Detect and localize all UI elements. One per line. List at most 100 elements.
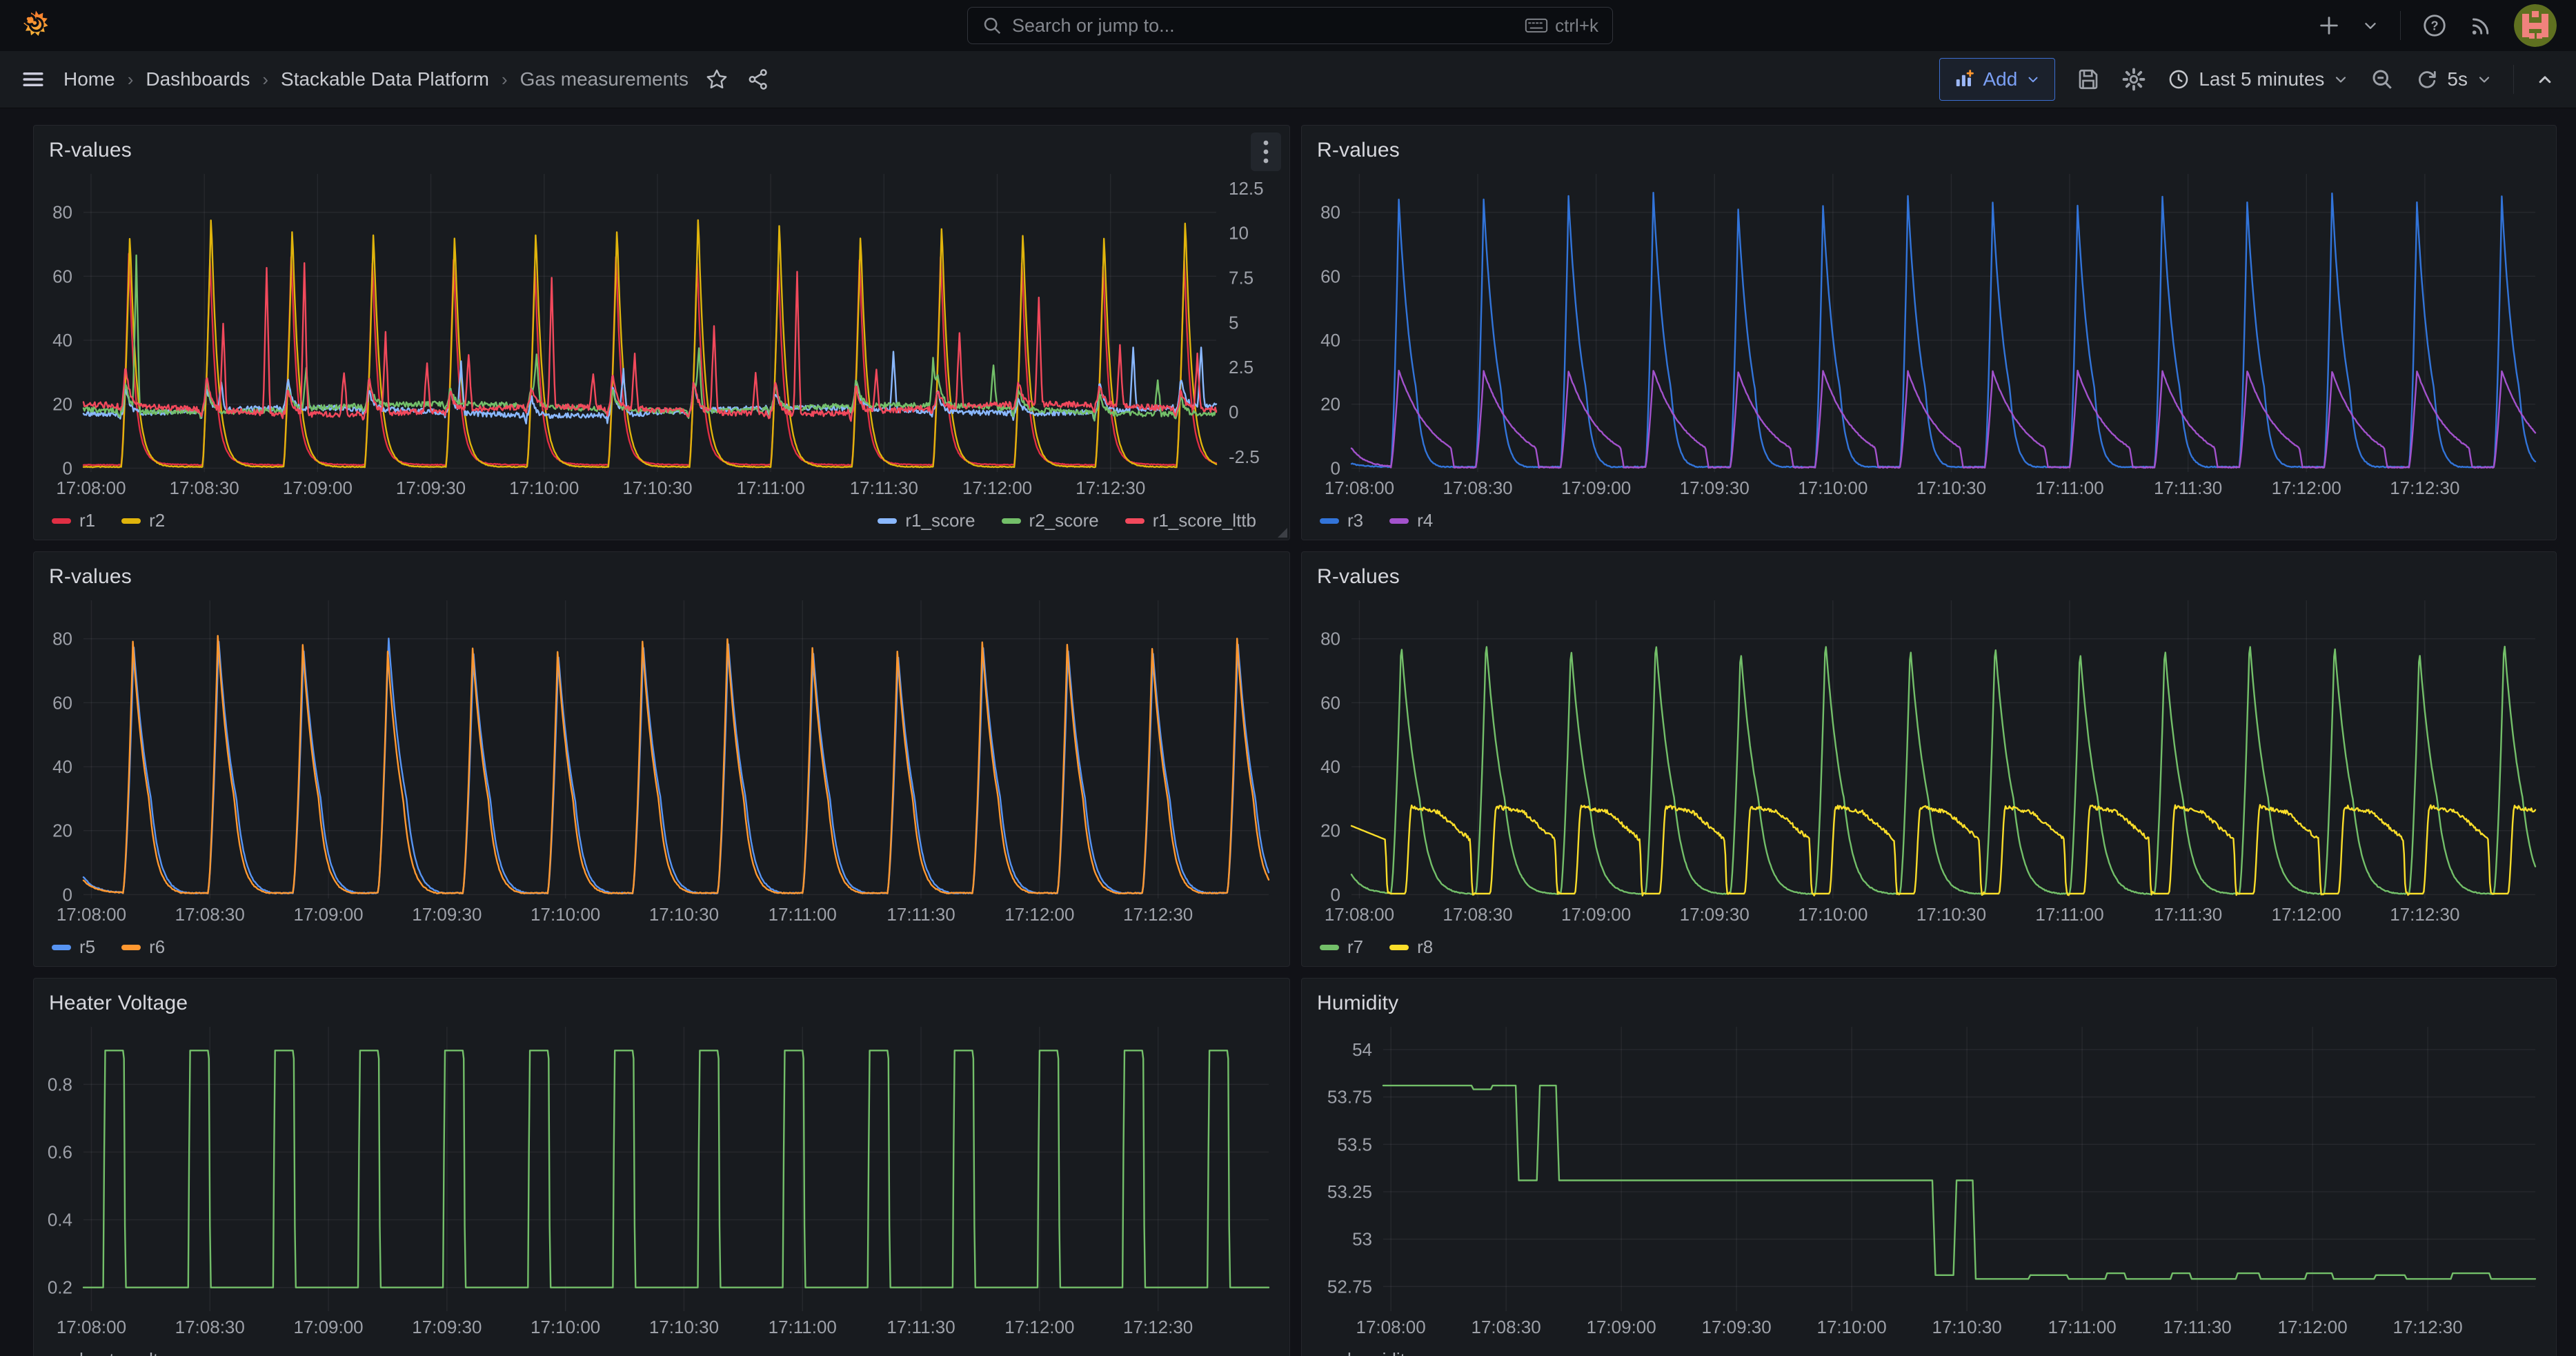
share-button[interactable] bbox=[746, 68, 770, 91]
panel-r-values-2: R-values 17:08:0017:08:3017:09:0017:09:3… bbox=[1301, 125, 2557, 540]
chart-area[interactable]: 17:08:0017:08:3017:09:0017:09:3017:10:00… bbox=[39, 1017, 1284, 1345]
x-axis-tick-label: 17:09:30 bbox=[396, 478, 466, 498]
breadcrumb-item-home[interactable]: Home bbox=[63, 68, 115, 90]
panel-title: R-values bbox=[49, 565, 132, 589]
user-avatar[interactable] bbox=[2514, 4, 2557, 47]
panel-r-values-4: R-values 17:08:0017:08:3017:09:0017:09:3… bbox=[1301, 551, 2557, 967]
collapse-toolbar-button[interactable] bbox=[2535, 69, 2555, 90]
y2-axis-tick-label: 10 bbox=[1229, 223, 1249, 244]
grafana-logo-icon bbox=[19, 9, 52, 42]
legend-group: r3 r4 bbox=[1320, 510, 1433, 531]
search-bar[interactable]: Search or jump to... ctrl+k bbox=[967, 7, 1613, 44]
y-axis-tick-label: 0 bbox=[63, 458, 72, 478]
y-axis-tick-label: 60 bbox=[1320, 266, 1340, 286]
x-axis-tick-label: 17:11:30 bbox=[850, 478, 918, 498]
add-panel-button[interactable]: Add bbox=[1939, 58, 2055, 101]
topbar-divider bbox=[2400, 11, 2401, 40]
breadcrumb-item-dashboards[interactable]: Dashboards bbox=[146, 68, 250, 90]
dashboard-settings-button[interactable] bbox=[2121, 67, 2146, 92]
panel-header[interactable]: R-values bbox=[34, 126, 1289, 164]
panel-menu-button[interactable] bbox=[1251, 132, 1281, 171]
gridlines bbox=[1383, 1027, 2535, 1311]
legend-item-heatervoltage[interactable]: heatervoltage bbox=[52, 1349, 188, 1356]
legend-item-r4[interactable]: r4 bbox=[1389, 510, 1433, 531]
legend-label: r2_score bbox=[1029, 510, 1099, 531]
breadcrumb-item-stackable-data-platform[interactable]: Stackable Data Platform bbox=[281, 68, 489, 90]
add-panel-icon bbox=[1954, 69, 1974, 90]
y-axis-tick-label: 80 bbox=[52, 629, 72, 649]
x-axis-tick-label: 17:10:30 bbox=[622, 478, 692, 498]
save-dashboard-button[interactable] bbox=[2076, 67, 2101, 92]
y-axis-tick-label: 40 bbox=[52, 330, 72, 351]
series-r1 bbox=[83, 254, 1216, 466]
chart-area[interactable]: 17:08:0017:08:3017:09:0017:09:3017:10:00… bbox=[39, 164, 1284, 506]
chevron-down-icon bbox=[2476, 71, 2493, 88]
news-button[interactable] bbox=[2468, 13, 2493, 38]
favorite-star-button[interactable] bbox=[705, 68, 729, 91]
series-humidity bbox=[1383, 1085, 2535, 1279]
panel-legend: humidity bbox=[1302, 1345, 2556, 1356]
legend-color-chip bbox=[52, 518, 71, 524]
legend-group: r1 r2 bbox=[52, 510, 165, 531]
mega-menu-toggle[interactable] bbox=[21, 67, 46, 92]
x-axis-tick-label: 17:11:00 bbox=[2035, 904, 2103, 925]
legend-label: r6 bbox=[149, 936, 165, 958]
x-axis-tick-label: 17:12:00 bbox=[962, 478, 1032, 498]
panel-resize-handle[interactable] bbox=[1278, 528, 1287, 538]
series-r4 bbox=[1351, 371, 2535, 468]
x-axis-tick-label: 17:11:30 bbox=[886, 904, 955, 925]
x-axis-tick-label: 17:08:30 bbox=[1443, 904, 1512, 925]
legend-item-r1_score[interactable]: r1_score bbox=[878, 510, 975, 531]
panel-header[interactable]: R-values bbox=[1302, 552, 2556, 591]
chart-area[interactable]: 17:08:0017:08:3017:09:0017:09:3017:10:00… bbox=[1307, 1017, 2550, 1345]
panel-header[interactable]: Heater Voltage bbox=[34, 979, 1289, 1017]
legend-color-chip bbox=[1125, 518, 1145, 524]
help-icon: ? bbox=[2421, 12, 2448, 39]
legend-item-r2[interactable]: r2 bbox=[121, 510, 165, 531]
new-button[interactable] bbox=[2317, 14, 2341, 37]
x-axis-tick-label: 17:10:00 bbox=[509, 478, 579, 498]
series-r2_score bbox=[83, 255, 1216, 421]
x-axis-tick-label: 17:09:00 bbox=[283, 478, 353, 498]
breadcrumb: Home›Dashboards›Stackable Data Platform›… bbox=[63, 68, 688, 90]
legend-item-r1_score_lttb[interactable]: r1_score_lttb bbox=[1125, 510, 1256, 531]
panel-legend: r1 r2 r1_score r2_score r1_score_lttb bbox=[34, 506, 1289, 531]
chart-area[interactable]: 17:08:0017:08:3017:09:0017:09:3017:10:00… bbox=[1307, 164, 2550, 506]
new-menu-chevron[interactable] bbox=[2361, 17, 2379, 35]
search-icon bbox=[982, 15, 1002, 36]
time-range-picker[interactable]: Last 5 minutes bbox=[2167, 68, 2349, 91]
refresh-picker[interactable]: 5s bbox=[2415, 68, 2493, 91]
legend-item-r7[interactable]: r7 bbox=[1320, 936, 1363, 958]
panel-title: Humidity bbox=[1317, 992, 1398, 1015]
legend-color-chip bbox=[1320, 945, 1339, 950]
legend-group: r7 r8 bbox=[1320, 936, 1433, 958]
legend-item-r3[interactable]: r3 bbox=[1320, 510, 1363, 531]
legend-label: r1_score bbox=[905, 510, 975, 531]
legend-item-r5[interactable]: r5 bbox=[52, 936, 95, 958]
legend-item-r1[interactable]: r1 bbox=[52, 510, 95, 531]
panel-header[interactable]: R-values bbox=[34, 552, 1289, 591]
top-navigation-bar: Search or jump to... ctrl+k ? bbox=[0, 0, 2576, 51]
legend-item-humidity[interactable]: humidity bbox=[1320, 1349, 1414, 1356]
y-axis-tick-label: 60 bbox=[52, 266, 72, 286]
zoom-out-button[interactable] bbox=[2370, 67, 2395, 92]
legend-color-chip bbox=[1389, 518, 1409, 524]
legend-label: r8 bbox=[1417, 936, 1433, 958]
legend-group: humidity bbox=[1320, 1349, 1414, 1356]
panel-header[interactable]: Humidity bbox=[1302, 979, 2556, 1017]
legend-color-chip bbox=[1320, 518, 1339, 524]
x-axis-tick-label: 17:12:30 bbox=[2393, 1317, 2463, 1337]
legend-item-r2_score[interactable]: r2_score bbox=[1002, 510, 1099, 531]
y-axis-tick-label: 52.75 bbox=[1327, 1276, 1372, 1297]
dashboard-toolbar: Home›Dashboards›Stackable Data Platform›… bbox=[0, 51, 2576, 108]
chart-area[interactable]: 17:08:0017:08:3017:09:0017:09:3017:10:00… bbox=[39, 591, 1284, 932]
legend-item-r8[interactable]: r8 bbox=[1389, 936, 1433, 958]
legend-item-r6[interactable]: r6 bbox=[121, 936, 165, 958]
chart-area[interactable]: 17:08:0017:08:3017:09:0017:09:3017:10:00… bbox=[1307, 591, 2550, 932]
panel-header[interactable]: R-values bbox=[1302, 126, 2556, 164]
gridlines bbox=[83, 174, 1216, 472]
help-button[interactable]: ? bbox=[2421, 12, 2448, 39]
legend-color-chip bbox=[121, 518, 141, 524]
x-axis-tick-label: 17:12:00 bbox=[1004, 1317, 1074, 1337]
grafana-logo[interactable] bbox=[19, 9, 52, 42]
